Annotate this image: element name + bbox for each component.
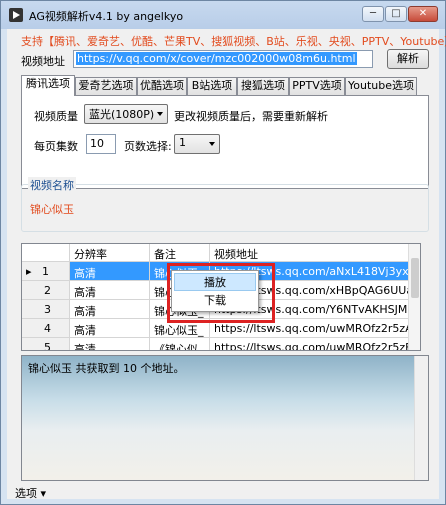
minimize-button[interactable]: ─ — [362, 6, 384, 22]
tab-iqiyi[interactable]: 爱奇艺选项 — [75, 77, 137, 95]
log-output[interactable]: 锦心似玉 共获取到 10 个地址。 — [21, 355, 429, 481]
app-icon — [9, 8, 23, 22]
window-title: AG视频解析v4.1 by angelkyo — [29, 10, 184, 23]
quality-value: 蓝光(1080P) — [89, 108, 155, 121]
title-bar[interactable]: AG视频解析v4.1 by angelkyo ─ □ ✕ — [1, 1, 445, 29]
tab-sohu[interactable]: 搜狐选项 — [237, 77, 289, 95]
cell-resolution[interactable]: 高清 — [70, 338, 150, 350]
row-number: 4 — [22, 319, 70, 338]
url-label: 视频地址 — [21, 55, 65, 68]
cell-resolution[interactable]: 高清 — [70, 262, 150, 281]
close-button[interactable]: ✕ — [408, 6, 438, 22]
page-select-label: 页数选择: — [124, 140, 172, 153]
cell-resolution[interactable]: 高清 — [70, 300, 150, 319]
grid-scrollbar[interactable] — [408, 244, 420, 350]
table-row[interactable]: 4 高清 锦心似玉_ https://ltsws.qq.com/uwMROfz2… — [22, 319, 410, 338]
context-menu: 播放 下载 — [171, 270, 259, 312]
main-panel: 支持【腾讯、爱奇艺、优酷、芒果TV、搜狐视频、B站、乐视、央视、PPTV、You… — [7, 29, 446, 501]
status-bar: 选项 ▾ — [7, 483, 439, 501]
row-number: 3 — [22, 300, 70, 319]
tab-youku[interactable]: 优酷选项 — [137, 77, 187, 95]
tab-bilibili[interactable]: B站选项 — [187, 77, 237, 95]
page-select[interactable]: 1 — [174, 134, 220, 154]
row-number: 5 — [22, 338, 70, 350]
column-header-note[interactable]: 备注 — [150, 244, 210, 262]
app-window: AG视频解析v4.1 by angelkyo ─ □ ✕ 支持【腾讯、爱奇艺、优… — [0, 0, 446, 505]
cell-resolution[interactable]: 高清 — [70, 281, 150, 300]
cell-url[interactable]: https://ltsws.qq.com/uwMROfz2r5zAo... — [210, 319, 410, 338]
grid-scroll-thumb[interactable] — [411, 258, 419, 298]
column-header-url[interactable]: 视频地址 — [210, 244, 410, 262]
row-number: 1 — [42, 265, 50, 278]
column-header-resolution[interactable]: 分辨率 — [70, 244, 150, 262]
support-text: 支持【腾讯、爱奇艺、优酷、芒果TV、搜狐视频、B站、乐视、央视、PPTV、You… — [21, 35, 446, 48]
tab-pptv[interactable]: PPTV选项 — [289, 77, 345, 95]
maximize-button[interactable]: □ — [385, 6, 407, 22]
log-text: 锦心似玉 共获取到 10 个地址。 — [28, 362, 185, 375]
quality-select[interactable]: 蓝光(1080P) — [84, 104, 168, 124]
cell-note[interactable]: 《锦心似 — [150, 338, 210, 350]
row-header: ▸ 1 — [22, 262, 70, 281]
url-value: https://v.qq.com/x/cover/mzc002000w08m6u… — [76, 52, 357, 65]
cell-url[interactable]: https://ltsws.qq.com/uwMROfz2r5zEI... — [210, 338, 410, 350]
video-name: 锦心似玉 — [30, 203, 74, 216]
per-page-label: 每页集数 — [34, 140, 78, 153]
quality-note: 更改视频质量后，需要重新解析 — [174, 110, 328, 123]
tencent-options-panel: 视频质量 蓝光(1080P) 更改视频质量后，需要重新解析 每页集数 10 页数… — [21, 95, 429, 189]
cell-resolution[interactable]: 高清 — [70, 319, 150, 338]
page-select-value: 1 — [179, 136, 186, 149]
video-name-group: 视频名称 锦心似玉 — [21, 177, 429, 232]
options-menu[interactable]: 选项 ▾ — [15, 485, 46, 501]
url-input[interactable]: https://v.qq.com/x/cover/mzc002000w08m6u… — [73, 50, 373, 68]
video-name-group-title: 视频名称 — [28, 177, 76, 193]
menu-item-play[interactable]: 播放 — [174, 273, 256, 291]
tab-tencent[interactable]: 腾讯选项 — [21, 75, 75, 96]
table-row[interactable]: 5 高清 《锦心似 https://ltsws.qq.com/uwMROfz2r… — [22, 338, 410, 350]
grid-corner-header — [22, 244, 70, 262]
quality-label: 视频质量 — [34, 110, 78, 123]
chevron-down-icon — [209, 142, 215, 146]
tab-youtube[interactable]: Youtube选项 — [345, 77, 417, 95]
log-scrollbar[interactable] — [414, 356, 428, 480]
parse-button[interactable]: 解析 — [387, 49, 429, 69]
row-number: 2 — [22, 281, 70, 300]
menu-item-download[interactable]: 下载 — [174, 292, 256, 310]
chevron-down-icon — [157, 112, 163, 116]
cell-note[interactable]: 锦心似玉_ — [150, 319, 210, 338]
row-pointer-icon: ▸ — [26, 265, 32, 278]
per-page-input[interactable]: 10 — [86, 134, 116, 154]
